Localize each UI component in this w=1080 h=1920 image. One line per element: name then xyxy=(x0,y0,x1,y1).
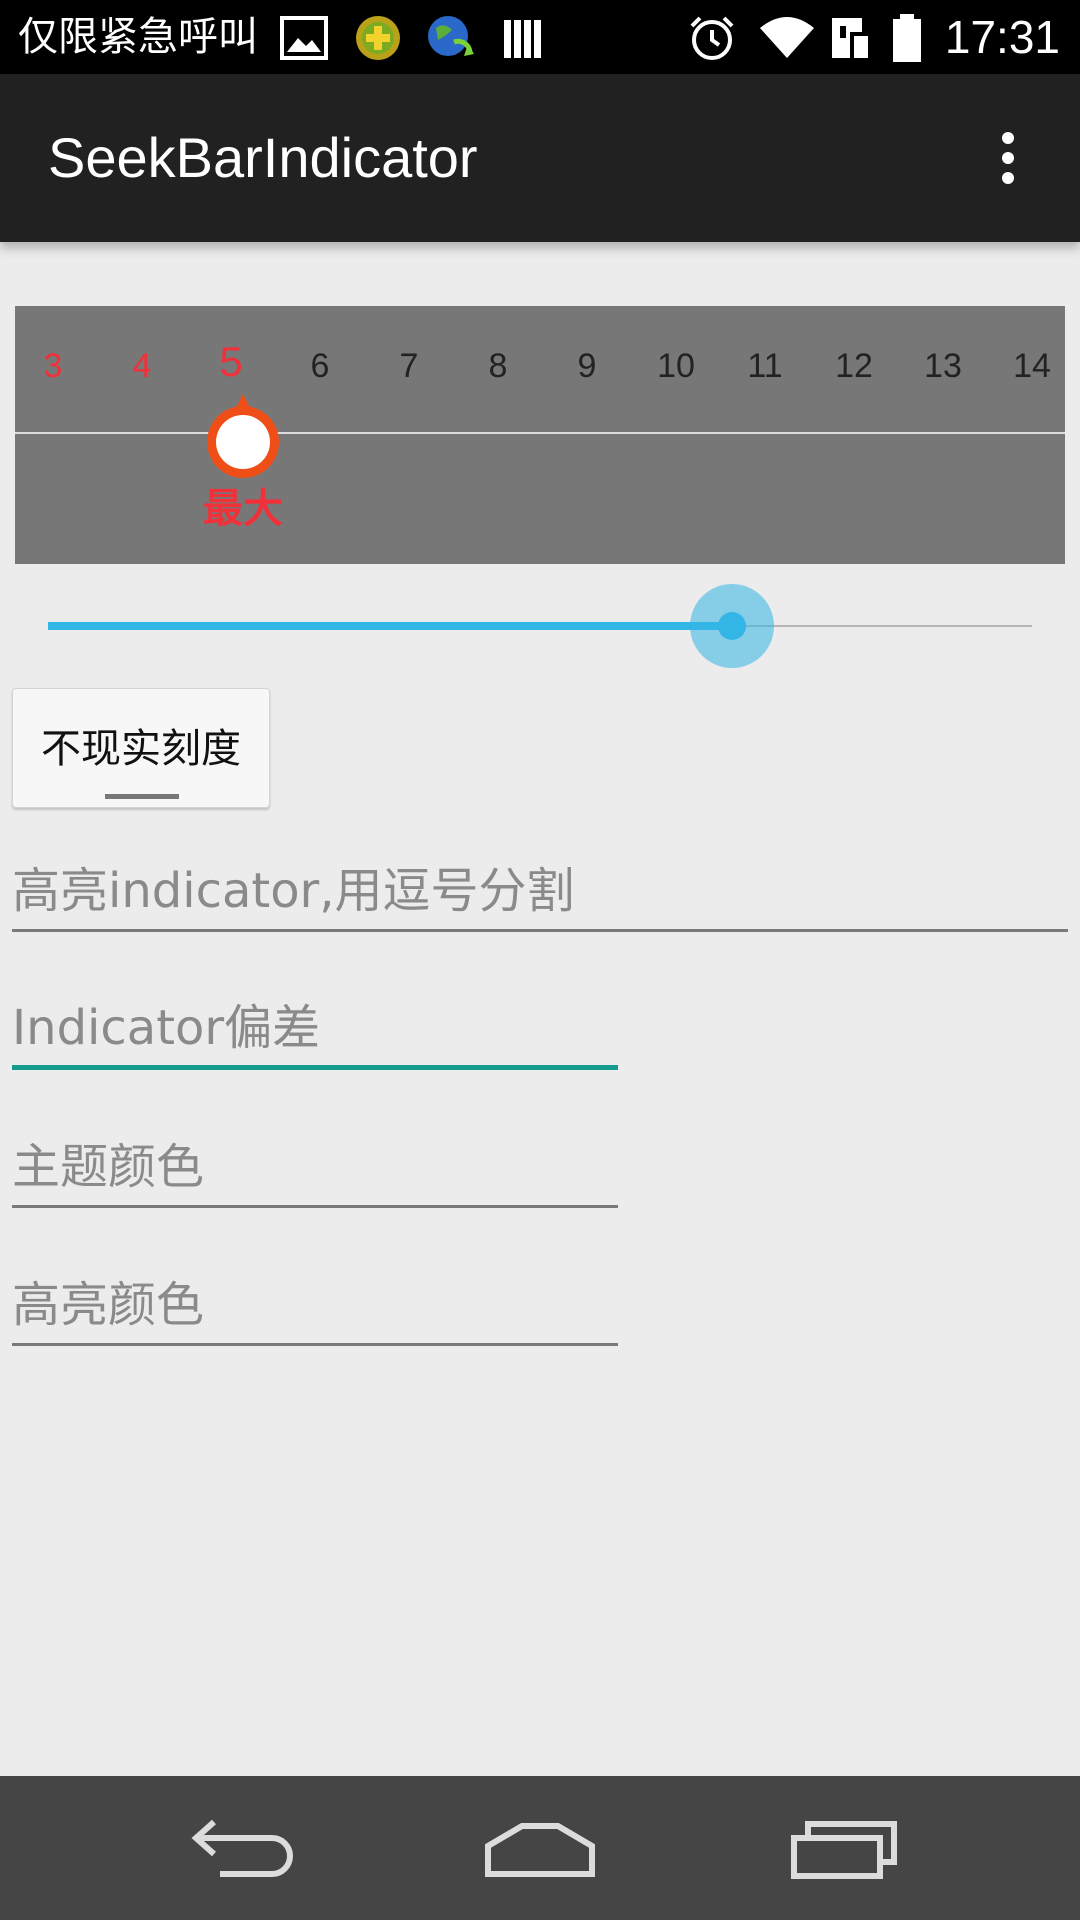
marker-label: 最大 xyxy=(203,486,283,532)
indicator-track xyxy=(15,432,1065,434)
highlight-indicators-field[interactable] xyxy=(12,852,1068,932)
indicator-marker-icon[interactable] xyxy=(195,392,291,484)
toggle-scale-button[interactable]: 不现实刻度 xyxy=(12,688,270,808)
tick-label: 11 xyxy=(747,347,783,385)
carrier-text: 仅限紧急呼叫 xyxy=(18,14,258,60)
highlight-color-field[interactable] xyxy=(12,1266,618,1346)
toggle-scale-label: 不现实刻度 xyxy=(41,726,241,772)
seekbar-thumb[interactable] xyxy=(718,612,746,640)
indicator-offset-field[interactable] xyxy=(12,990,618,1070)
tick-label: 5 xyxy=(219,338,243,385)
recents-icon[interactable] xyxy=(784,1808,904,1888)
tick-label: 9 xyxy=(577,347,597,385)
button-underline xyxy=(105,794,179,799)
tick-label: 8 xyxy=(488,347,508,385)
seekbar[interactable] xyxy=(48,584,1032,668)
tick-label: 4 xyxy=(132,347,152,385)
sim-icon xyxy=(832,18,870,60)
tick-label: 7 xyxy=(399,347,419,385)
overflow-menu-icon[interactable] xyxy=(988,130,1028,186)
app-bar: SeekBarIndicator xyxy=(0,74,1080,242)
gallery-icon xyxy=(280,16,328,60)
tick-label: 13 xyxy=(924,347,962,385)
theme-color-input[interactable] xyxy=(12,1128,618,1205)
app-title: SeekBarIndicator xyxy=(48,126,478,189)
alarm-icon xyxy=(690,16,734,60)
barcode-icon xyxy=(504,20,541,58)
seekbar-progress xyxy=(48,622,732,630)
home-icon[interactable] xyxy=(480,1808,600,1888)
theme-color-field[interactable] xyxy=(12,1128,618,1208)
highlight-color-input[interactable] xyxy=(12,1266,618,1343)
back-icon[interactable] xyxy=(180,1808,300,1888)
clock: 17:31 xyxy=(944,11,1060,63)
battery-icon xyxy=(893,14,921,62)
globe-sync-icon xyxy=(428,16,474,56)
indicator-offset-input[interactable] xyxy=(12,990,618,1065)
tick-label: 3 xyxy=(43,347,63,385)
game-badge-icon xyxy=(356,16,400,60)
tick-label: 14 xyxy=(1013,347,1051,385)
tick-label: 12 xyxy=(835,347,873,385)
nav-bar xyxy=(0,1776,1080,1920)
highlight-indicators-input[interactable] xyxy=(12,852,1068,929)
tick-label: 10 xyxy=(657,347,695,385)
seekbar-indicator-panel[interactable]: 3 4 5 6 7 8 9 10 11 12 13 14 最大 xyxy=(15,306,1065,564)
status-bar: 仅限紧急呼叫 17:31 xyxy=(0,0,1080,74)
tick-label: 6 xyxy=(310,347,330,385)
wifi-icon xyxy=(760,17,814,58)
